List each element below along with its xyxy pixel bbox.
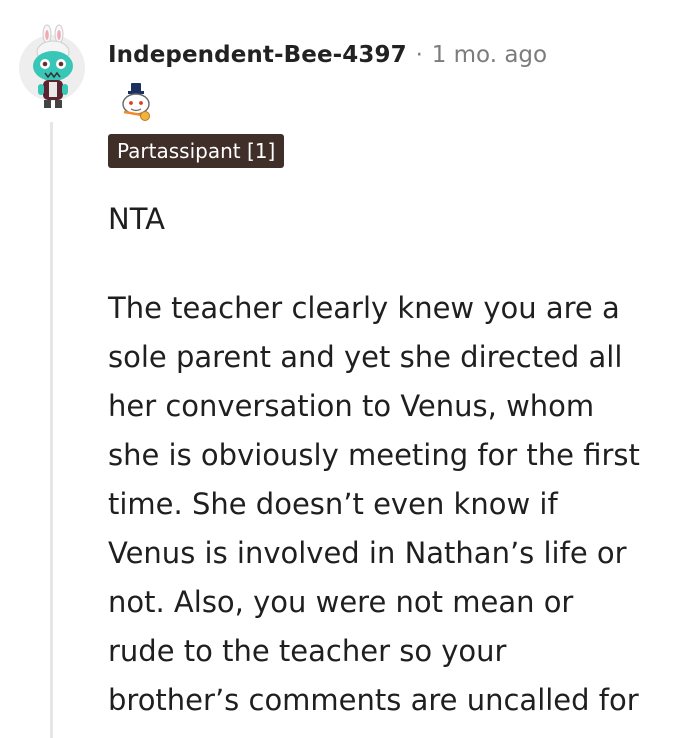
avatar-icon[interactable] [18,22,88,114]
comment-paragraph: NTA [108,202,165,236]
comment-meta: Independent-Bee-4397 · 1 mo. ago [108,38,547,72]
comment-line: time. She doesn’t even know if [108,487,558,521]
comment-line: brother’s comments are uncalled for [108,683,639,717]
author-link[interactable]: Independent-Bee-4397 [108,42,407,68]
timestamp-link[interactable]: 1 mo. ago [432,42,547,68]
comment-line: sole parent and yet she directed all [108,340,623,374]
thread-line[interactable] [50,122,53,738]
comment-line: The teacher clearly knew you are a [108,291,620,325]
meta-separator: · [415,42,423,68]
award-icon[interactable] [114,82,158,122]
comment: Independent-Bee-4397 · 1 mo. ago Partass… [0,0,700,738]
comment-line: not. Also, you were not mean or [108,585,574,619]
comment-body: NTA The teacher clearly knew you are a s… [108,195,693,725]
user-flair: Partassipant [1] [108,134,285,168]
comment-line: rude to the teacher so your [108,634,507,668]
comment-line: she is obviously meeting for the first [108,438,640,472]
comment-line: her conversation to Venus, whom [108,389,595,423]
comment-line: Venus is involved in Nathan’s life or [108,536,627,570]
comment-paragraph: The teacher clearly knew you are a sole … [108,284,693,725]
